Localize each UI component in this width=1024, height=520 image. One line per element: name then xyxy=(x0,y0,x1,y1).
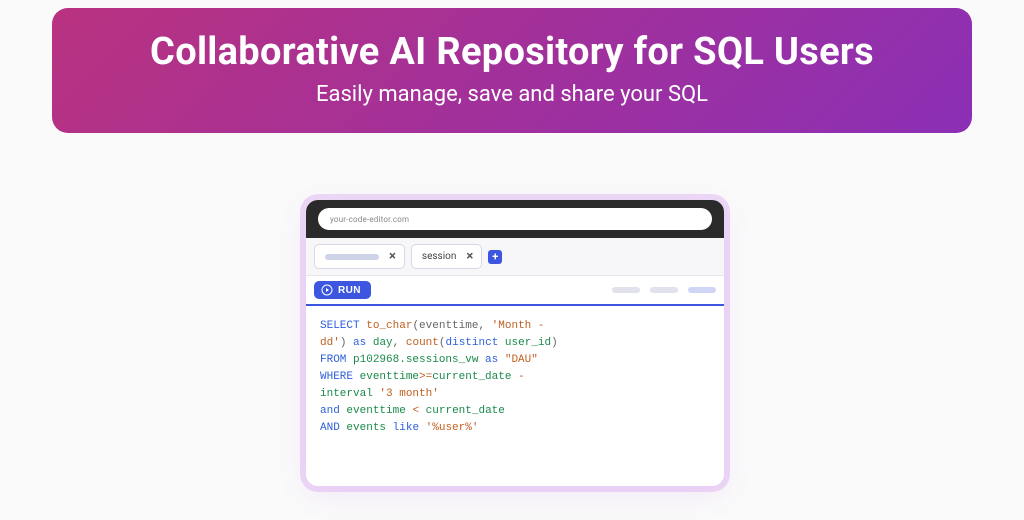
add-tab-button[interactable]: + xyxy=(488,250,502,264)
editor-window: your-code-editor.com × session × + RUN xyxy=(306,200,724,486)
url-bar[interactable]: your-code-editor.com xyxy=(318,208,712,230)
code-line-6: and eventtime < current_date xyxy=(320,403,710,420)
hero-banner: Collaborative AI Repository for SQL User… xyxy=(52,8,972,133)
browser-chrome: your-code-editor.com xyxy=(306,200,724,238)
code-line-3: FROM p102968.sessions_vw as "DAU" xyxy=(320,352,710,369)
tab-1-placeholder xyxy=(325,254,379,260)
tab-row: × session × + xyxy=(306,238,724,276)
tab-2[interactable]: session × xyxy=(411,244,482,269)
url-text: your-code-editor.com xyxy=(330,215,409,224)
toolbar-placeholder-1 xyxy=(612,287,640,293)
plus-icon: + xyxy=(492,250,498,263)
hero-subtitle: Easily manage, save and share your SQL xyxy=(82,82,942,107)
close-icon[interactable]: × xyxy=(466,249,473,264)
run-label: RUN xyxy=(338,285,361,296)
hero-title: Collaborative AI Repository for SQL User… xyxy=(82,30,942,74)
code-line-5: interval '3 month' xyxy=(320,386,710,403)
close-icon[interactable]: × xyxy=(389,249,396,264)
tab-1[interactable]: × xyxy=(314,244,405,269)
toolbar-placeholder-3 xyxy=(688,287,716,293)
code-line-7: AND events like '%user%' xyxy=(320,420,710,437)
code-line-4: WHERE eventtime>=current_date - xyxy=(320,369,710,386)
tab-2-label: session xyxy=(422,251,456,262)
code-line-2: dd') as day, count(distinct user_id) xyxy=(320,335,710,352)
run-button[interactable]: RUN xyxy=(314,281,371,299)
play-icon xyxy=(321,284,333,296)
code-line-1: SELECT to_char(eventtime, 'Month - xyxy=(320,318,710,335)
sql-editor[interactable]: SELECT to_char(eventtime, 'Month - dd') … xyxy=(306,306,724,486)
toolbar-placeholder-2 xyxy=(650,287,678,293)
toolbar: RUN xyxy=(306,276,724,306)
